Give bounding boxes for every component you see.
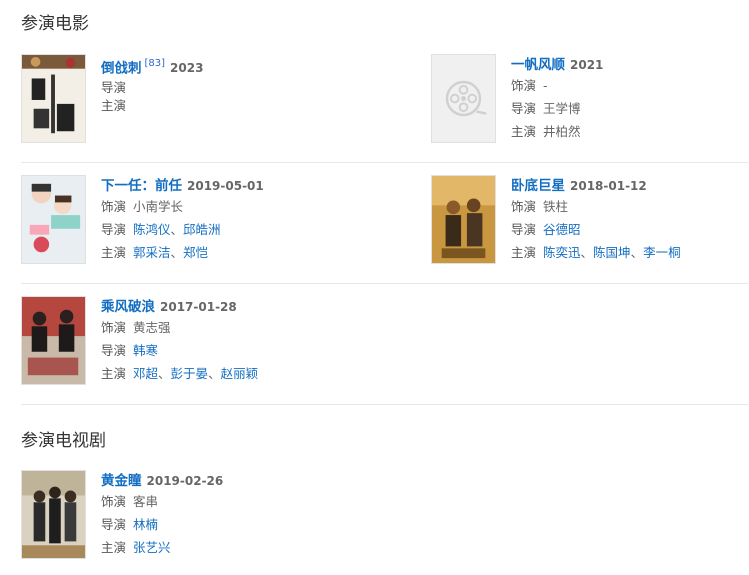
star-value: 井柏然 bbox=[543, 124, 581, 139]
director-row: 导演 林楠 bbox=[101, 513, 341, 536]
star-link[interactable]: 李一桐 bbox=[643, 245, 681, 260]
movie-date: 2019-05-01 bbox=[187, 179, 264, 193]
divider bbox=[21, 404, 748, 405]
movie-item: 倒戗刺 [83] 2023 导演 主演 bbox=[21, 54, 341, 144]
director-label: 导演 bbox=[101, 343, 127, 358]
movie-poster[interactable] bbox=[431, 175, 496, 264]
star-row: 主演 郭采洁、郑恺 bbox=[101, 245, 209, 260]
star-link[interactable]: 邓超 bbox=[133, 366, 158, 381]
director-label: 导演 bbox=[511, 222, 537, 237]
film-reel-icon bbox=[432, 55, 495, 142]
star-link[interactable]: 赵丽颖 bbox=[221, 366, 259, 381]
star-label: 主演 bbox=[511, 124, 537, 139]
director-label: 导演 bbox=[511, 101, 537, 116]
star-link[interactable]: 陈国坤 bbox=[593, 245, 631, 260]
director-link[interactable]: 林楠 bbox=[133, 517, 158, 532]
movie-title[interactable]: 一帆风顺 bbox=[511, 57, 565, 73]
director-link[interactable]: 陈鸿仪 bbox=[133, 222, 171, 237]
movie-item: 下一任：前任 2019-05-01 饰演 小南学长 导演 陈鸿仪、邱皓洲 主演 郭采洁、… bbox=[21, 175, 341, 265]
director-link[interactable]: 谷德昭 bbox=[543, 222, 581, 237]
role-row: 饰演 客串 bbox=[101, 490, 341, 513]
tv-item: 黄金瞳 2019-02-26 饰演 客串 导演 林楠 主演 张艺兴 bbox=[21, 470, 341, 560]
role-value: 黄志强 bbox=[133, 320, 171, 335]
director-link[interactable]: 韩寒 bbox=[133, 343, 158, 358]
role-label: 饰演 bbox=[101, 199, 127, 214]
role-label: 饰演 bbox=[511, 199, 537, 214]
tv-date: 2019-02-26 bbox=[146, 474, 224, 488]
movie-item: 卧底巨星 2018-01-12 饰演 铁柱 导演 谷德昭 主演 陈奕迅、陈国坤、李一桐 bbox=[431, 175, 749, 265]
star-link[interactable]: 彭于晏 bbox=[171, 366, 209, 381]
citation-link[interactable]: [83] bbox=[145, 58, 166, 69]
director-row: 导演 陈鸿仪、邱皓洲 bbox=[101, 222, 221, 237]
tv-title[interactable]: 黄金瞳 bbox=[101, 473, 142, 489]
star-label: 主演 bbox=[101, 98, 127, 113]
role-value: 小南学长 bbox=[133, 199, 184, 214]
movie-date: 2018-01-12 bbox=[570, 179, 647, 193]
role-row: 饰演 小南学长 bbox=[101, 195, 341, 218]
director-label: 导演 bbox=[101, 80, 127, 95]
divider bbox=[21, 162, 748, 163]
movie-date: 2021 bbox=[570, 58, 604, 72]
movie-poster-placeholder[interactable] bbox=[431, 54, 496, 143]
star-link[interactable]: 郑恺 bbox=[183, 245, 208, 260]
movie-date: 2017-01-28 bbox=[160, 300, 237, 314]
star-link[interactable]: 张艺兴 bbox=[133, 540, 171, 555]
director-label: 导演 bbox=[101, 222, 127, 237]
star-label: 主演 bbox=[101, 245, 127, 260]
star-row: 主演 井柏然 bbox=[511, 120, 749, 143]
tv-section-title: 参演电视剧 bbox=[21, 431, 106, 451]
star-link[interactable]: 郭采洁 bbox=[133, 245, 171, 260]
movie-poster[interactable] bbox=[21, 296, 86, 385]
role-row: 饰演 黄志强 bbox=[101, 316, 341, 339]
movie-title[interactable]: 卧底巨星 bbox=[511, 178, 565, 194]
role-value: - bbox=[543, 78, 548, 93]
star-row: 主演 张艺兴 bbox=[101, 536, 341, 559]
star-row: 主演 陈奕迅、陈国坤、李一桐 bbox=[511, 245, 681, 260]
role-row: 饰演 铁柱 bbox=[511, 195, 749, 218]
movie-poster[interactable] bbox=[21, 54, 86, 143]
movie-title[interactable]: 乘风破浪 bbox=[101, 299, 155, 315]
star-label: 主演 bbox=[101, 366, 127, 381]
director-row: 导演 韩寒 bbox=[101, 339, 341, 362]
director-value: 王学博 bbox=[543, 101, 581, 116]
role-value: 客串 bbox=[133, 494, 159, 509]
director-label: 导演 bbox=[101, 517, 127, 532]
role-label: 饰演 bbox=[101, 494, 127, 509]
role-label: 饰演 bbox=[511, 78, 537, 93]
movie-title[interactable]: 下一任：前任 bbox=[101, 178, 182, 194]
star-row: 主演 bbox=[101, 94, 341, 117]
director-row: 导演 谷德昭 bbox=[511, 218, 749, 241]
role-label: 饰演 bbox=[101, 320, 127, 335]
director-link[interactable]: 邱皓洲 bbox=[183, 222, 221, 237]
star-row: 主演 邓超、彭于晏、赵丽颖 bbox=[101, 366, 259, 381]
star-label: 主演 bbox=[511, 245, 537, 260]
movie-poster[interactable] bbox=[21, 175, 86, 264]
movie-title[interactable]: 倒戗刺 bbox=[101, 60, 142, 76]
movie-item: 一帆风顺 2021 饰演 - 导演 王学博 主演 井柏然 bbox=[431, 54, 749, 144]
star-link[interactable]: 陈奕迅 bbox=[543, 245, 581, 260]
director-row: 导演 王学博 bbox=[511, 97, 749, 120]
tv-poster[interactable] bbox=[21, 470, 86, 559]
role-row: 饰演 - bbox=[511, 74, 749, 97]
role-value: 铁柱 bbox=[543, 199, 569, 214]
movie-item: 乘风破浪 2017-01-28 饰演 黄志强 导演 韩寒 主演 邓超、彭于晏、赵丽颖 bbox=[21, 296, 341, 386]
divider bbox=[21, 283, 748, 284]
star-label: 主演 bbox=[101, 540, 127, 555]
movie-date: 2023 bbox=[170, 61, 204, 76]
movies-section-title: 参演电影 bbox=[21, 14, 89, 34]
